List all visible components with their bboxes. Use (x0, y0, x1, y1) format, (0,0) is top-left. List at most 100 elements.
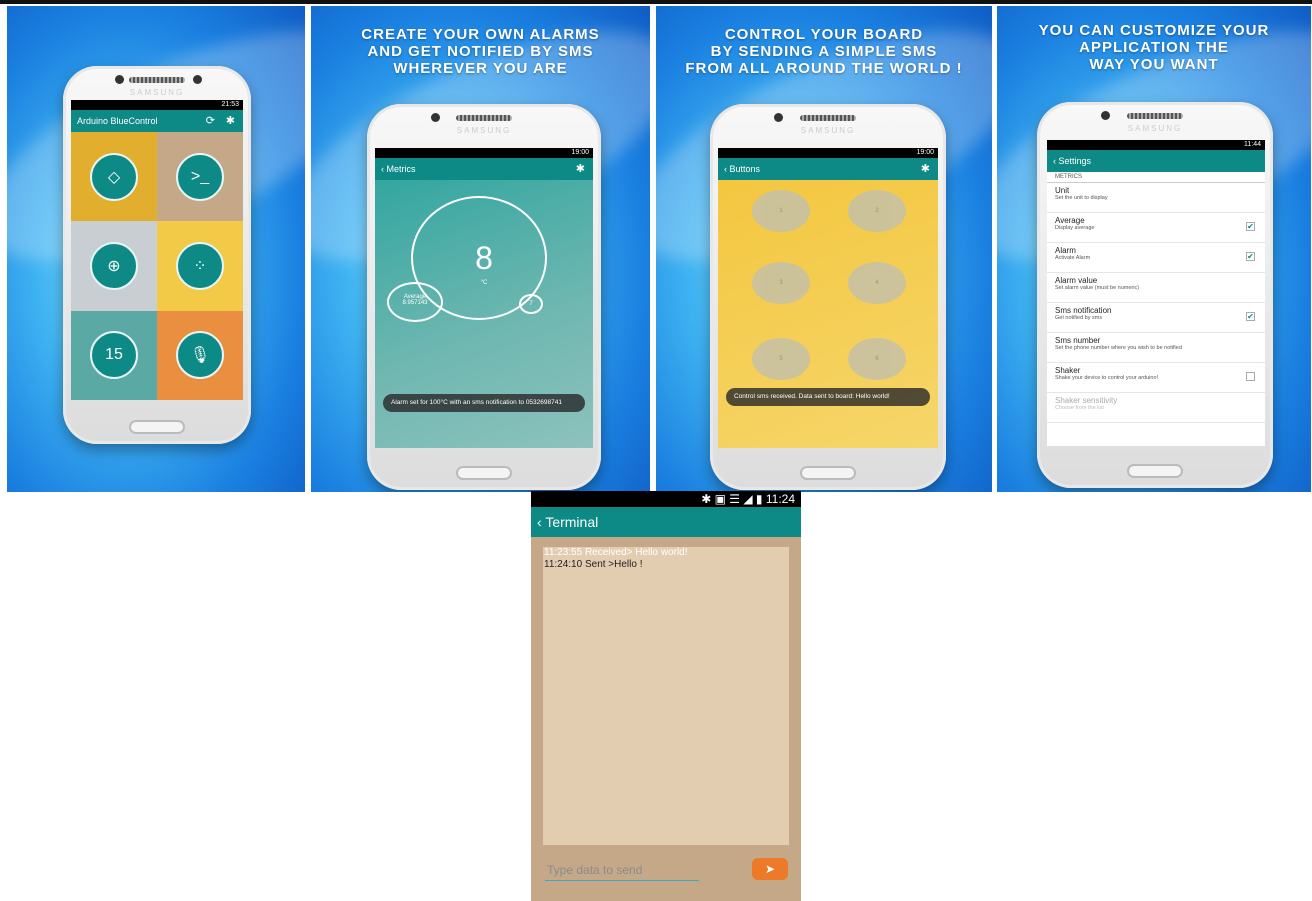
settings-row[interactable]: Unit Set the unit to display (1047, 183, 1265, 213)
caption-alarms: CREATE YOUR OWN ALARMS AND GET NOTIFIED … (361, 26, 600, 77)
bug-icon[interactable]: ✱ (226, 110, 235, 132)
terminal-screen: ✱ ▣ ☰ ◢ ▮ 11:24 ‹ Terminal 11:23:55 Rece… (531, 491, 801, 901)
phone-screen: 19:00 ‹ Buttons ✱ 1 2 3 4 5 6 Control sm… (718, 148, 938, 448)
speaker-grille (1127, 113, 1183, 119)
status-time: 19:00 (718, 148, 938, 158)
caption-settings: YOU CAN CUSTOMIZE YOUR APPLICATION THE W… (1038, 22, 1270, 73)
settings-row[interactable]: Shaker Shake your device to control your … (1047, 363, 1265, 393)
checkbox[interactable]: ✔ (1246, 222, 1255, 231)
camera-icon (1101, 111, 1110, 120)
app-bar: ‹ Settings (1047, 150, 1265, 172)
terminal-icon: >_ (176, 152, 224, 201)
tile-accelerometer[interactable]: ⊕ (71, 221, 157, 311)
settings-row-subtitle: Set alarm value (must be numeric) (1055, 285, 1140, 291)
settings-row-title: Unit (1055, 186, 1070, 195)
settings-row-subtitle: Display average (1055, 225, 1095, 231)
top-border (0, 0, 1312, 4)
sensor-icon (193, 75, 202, 84)
settings-row[interactable]: Alarm Activate Alarm ✔ (1047, 243, 1265, 273)
camera-icon (431, 113, 440, 122)
app-bar: ‹ Terminal (531, 507, 801, 537)
app-bar: ‹ Buttons ✱ (718, 158, 938, 180)
speaker-grille (129, 77, 185, 83)
settings-row[interactable]: Average Display average ✔ (1047, 213, 1265, 243)
bug-icon[interactable]: ✱ (921, 158, 930, 180)
settings-list: Unit Set the unit to display Average Displa… (1047, 183, 1265, 423)
terminal-log[interactable]: 11:23:55 Received> Hello world! 11:24:10… (543, 547, 789, 845)
checkbox[interactable] (1246, 372, 1255, 381)
settings-row-subtitle: Shake your device to control your arduin… (1055, 375, 1159, 381)
settings-row-title: Sms number (1055, 336, 1101, 345)
sms-button-4[interactable]: 4 (848, 262, 906, 304)
home-button (800, 466, 856, 480)
settings-row[interactable]: Sms number Set the phone number where you… (1047, 333, 1265, 363)
settings-row[interactable]: Shaker sensitivity Choose from the list (1047, 393, 1265, 423)
settings-row[interactable]: Alarm value Set alarm value (must be nume… (1047, 273, 1265, 303)
tile-voice[interactable]: 🎙 (157, 310, 243, 400)
send-button[interactable]: ➤ (752, 858, 788, 880)
refresh-icon[interactable]: ⟳ (206, 110, 215, 132)
settings-row-title: Alarm value (1055, 276, 1098, 285)
bug-icon[interactable]: ✱ (576, 158, 585, 180)
checkbox[interactable]: ✔ (1246, 252, 1255, 261)
phone-screen: 19:00 ‹ Metrics ✱ 8 °C Average 8.957143 … (375, 148, 593, 448)
sms-button-2[interactable]: 2 (848, 190, 906, 232)
speaker-grille (800, 115, 856, 121)
screenshot-panel-sms: CONTROL YOUR BOARD BY SENDING A SIMPLE S… (656, 6, 992, 492)
status-time: 11:24 (765, 492, 795, 506)
phone-frame: SAMSUNG 19:00 ‹ Metrics ✱ 8 °C Average 8… (367, 104, 601, 490)
screen-title: Buttons (729, 164, 761, 174)
phone-brand: SAMSUNG (800, 126, 856, 135)
phone-brand: SAMSUNG (456, 126, 512, 135)
status-time: 19:00 (375, 148, 593, 158)
alarm-toast: Alarm set for 100°C with an sms notifica… (383, 394, 585, 412)
alarm-bubble: 7 (519, 294, 543, 314)
settings-row-subtitle: Activate Alarm (1055, 255, 1091, 261)
settings-row-subtitle: Get notified by sms (1055, 315, 1103, 321)
tile-terminal[interactable]: >_ (157, 132, 243, 222)
phone-screen: 21:53 Arduino BlueControl ⟳ ✱ ◇ >_ ⊕ ⁘ 1… (71, 100, 243, 400)
arrows-icon: ◇ (90, 152, 138, 201)
settings-row-title: Shaker (1055, 366, 1081, 375)
sms-button-1[interactable]: 1 (752, 190, 810, 232)
settings-row-title: Average (1055, 216, 1085, 225)
send-input[interactable] (545, 859, 699, 881)
dots-icon: ⁘ (176, 241, 224, 290)
phone-frame: SAMSUNG 11:44 ‹ Settings METRICS Unit Set… (1037, 102, 1273, 488)
screen-title: Terminal (545, 514, 599, 530)
caption-sms: CONTROL YOUR BOARD BY SENDING A SIMPLE S… (685, 26, 963, 77)
log-line-received: 11:23:55 Received> Hello world! (544, 547, 688, 558)
crosshair-icon: ⊕ (90, 241, 138, 290)
status-icons: ✱ ▣ ☰ ◢ ▮ (701, 492, 766, 506)
log-line-sent: 11:24:10 Sent >Hello ! (544, 559, 643, 570)
section-header: METRICS (1047, 172, 1265, 183)
screenshot-panel-home: SAMSUNG 21:53 Arduino BlueControl ⟳ ✱ ◇ … (7, 6, 305, 492)
tile-arrow-keys[interactable]: ◇ (71, 132, 157, 222)
settings-row-subtitle: Set the phone number where you wish to b… (1055, 345, 1182, 351)
tile-grid: ◇ >_ ⊕ ⁘ 15 🎙 (71, 132, 243, 400)
back-icon[interactable]: ‹ (537, 514, 542, 530)
sms-button-3[interactable]: 3 (752, 262, 810, 304)
phone-screen: 11:44 ‹ Settings METRICS Unit Set the uni… (1047, 140, 1265, 446)
status-time: 11:44 (1047, 140, 1265, 150)
home-button (129, 420, 185, 434)
phone-frame: SAMSUNG 19:00 ‹ Buttons ✱ 1 2 3 4 5 6 Co… (710, 104, 946, 490)
sms-button-5[interactable]: 5 (752, 338, 810, 380)
app-title: Arduino BlueControl (77, 116, 158, 126)
screenshot-panel-alarms: CREATE YOUR OWN ALARMS AND GET NOTIFIED … (311, 6, 650, 492)
home-button (1127, 464, 1183, 478)
timer-icon: 15 (90, 331, 138, 380)
settings-row-title: Shaker sensitivity (1055, 396, 1118, 405)
screenshot-panel-settings: YOU CAN CUSTOMIZE YOUR APPLICATION THE W… (997, 6, 1311, 492)
checkbox[interactable]: ✔ (1246, 312, 1255, 321)
screen-title: Metrics (386, 164, 416, 174)
tile-metrics[interactable]: ⁘ (157, 221, 243, 311)
tile-timer[interactable]: 15 (71, 310, 157, 400)
phone-brand: SAMSUNG (1127, 124, 1183, 133)
microphone-icon: 🎙 (176, 331, 224, 380)
sms-button-6[interactable]: 6 (848, 338, 906, 380)
settings-row[interactable]: Sms notification Get notified by sms ✔ (1047, 303, 1265, 333)
home-button (456, 466, 512, 480)
phone-brand: SAMSUNG (129, 88, 185, 97)
settings-row-title: Sms notification (1055, 306, 1112, 315)
